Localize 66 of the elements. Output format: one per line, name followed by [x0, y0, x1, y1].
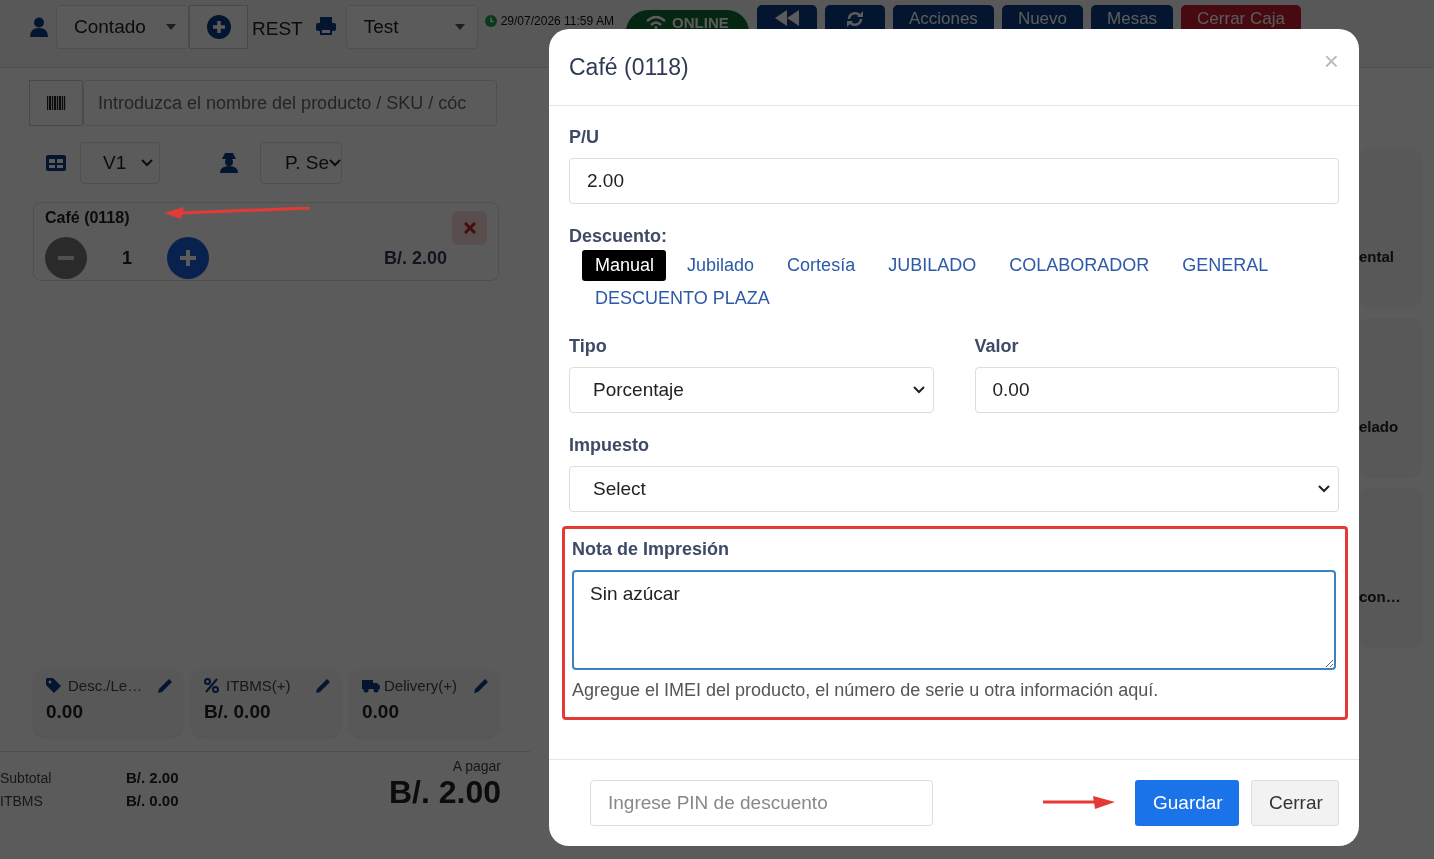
- pin-field[interactable]: Ingrese PIN de descuento: [590, 780, 933, 826]
- annotation-arrow: [1043, 796, 1115, 810]
- modal-title: Café (0118): [569, 53, 689, 81]
- adjustment-value: B/. 0.00: [204, 701, 272, 723]
- quantity: 1: [121, 247, 133, 269]
- barcode-button[interactable]: [29, 80, 83, 126]
- total-label: Subtotal: [0, 769, 53, 786]
- field-label: Nota de Impresión: [572, 539, 731, 560]
- barcode-icon: [46, 96, 66, 110]
- table-icon: [46, 155, 66, 171]
- chevron-icon: [329, 159, 342, 167]
- date-time: 29/07/2026 11:59 AM: [500, 14, 614, 28]
- truck-icon: [362, 678, 380, 693]
- field-label: Tipo: [569, 336, 608, 357]
- field-label: Impuesto: [569, 435, 650, 456]
- user-icon: [30, 17, 48, 37]
- chevron-icon: [1318, 485, 1330, 493]
- amount-due-label: A pagar: [451, 758, 501, 774]
- caret-icon: [454, 24, 465, 30]
- discount-option[interactable]: Jubilado: [674, 250, 767, 281]
- caret-icon: [166, 24, 176, 30]
- pencil-icon: [316, 678, 331, 693]
- pencil-icon: [474, 678, 489, 693]
- value-field[interactable]: 0.00: [974, 367, 1339, 413]
- chevron-icon: [141, 159, 153, 167]
- pencil-icon: [158, 678, 173, 693]
- discount-option[interactable]: DESCUENTO PLAZA: [582, 283, 782, 314]
- refresh-icon: [845, 10, 864, 28]
- adjustment-value: 0.00: [46, 701, 84, 723]
- cart-item-name: Café (0118): [45, 209, 130, 227]
- save-button[interactable]: Guardar: [1135, 780, 1239, 826]
- adjustment-label: ITBMS(+): [226, 677, 291, 694]
- plus-circle-icon: [206, 15, 231, 39]
- close-icon: [463, 222, 476, 234]
- help-text: Agregue el IMEI del producto, el número de serie u otra información aquí.: [572, 680, 1160, 701]
- discount-option[interactable]: JUBILADO: [875, 250, 989, 281]
- adjustment-label: Desc./Le…: [68, 677, 143, 694]
- register-label: REST: [252, 18, 303, 40]
- discount-option[interactable]: COLABORADOR: [996, 250, 1162, 281]
- note-field[interactable]: Sin azúcar: [572, 570, 1336, 670]
- remove-button[interactable]: [452, 211, 487, 245]
- clock-icon: [484, 15, 497, 27]
- adjustment-label: Delivery(+): [384, 677, 457, 694]
- adjustment-value: 0.00: [362, 701, 400, 723]
- field-label: P/U: [569, 127, 600, 148]
- cancel-button[interactable]: Cerrar: [1251, 780, 1339, 826]
- percent-icon: [204, 678, 222, 693]
- tag-icon: [46, 678, 64, 693]
- field-label: Descuento:: [569, 226, 668, 247]
- discount-option[interactable]: GENERAL: [1169, 250, 1281, 281]
- discount-option[interactable]: Cortesía: [774, 250, 868, 281]
- total-label: ITBMS: [0, 792, 44, 809]
- chevron-icon: [912, 386, 925, 394]
- total-value: B/. 2.00: [126, 769, 179, 786]
- add-button[interactable]: [189, 5, 248, 49]
- waiter-icon: [220, 153, 238, 173]
- cart-item-price: B/. 2.00: [383, 247, 447, 269]
- rewind-icon: [774, 10, 799, 26]
- type-select[interactable]: Porcentaje: [569, 367, 934, 413]
- printer-icon: [315, 17, 336, 35]
- discount-option[interactable]: Manual: [582, 250, 667, 281]
- total-value: B/. 0.00: [126, 792, 179, 809]
- price-field[interactable]: 2.00: [569, 158, 1339, 204]
- tax-select[interactable]: Select: [569, 466, 1339, 512]
- amount-due: B/. 2.00: [388, 774, 501, 811]
- field-label: Valor: [974, 336, 1020, 357]
